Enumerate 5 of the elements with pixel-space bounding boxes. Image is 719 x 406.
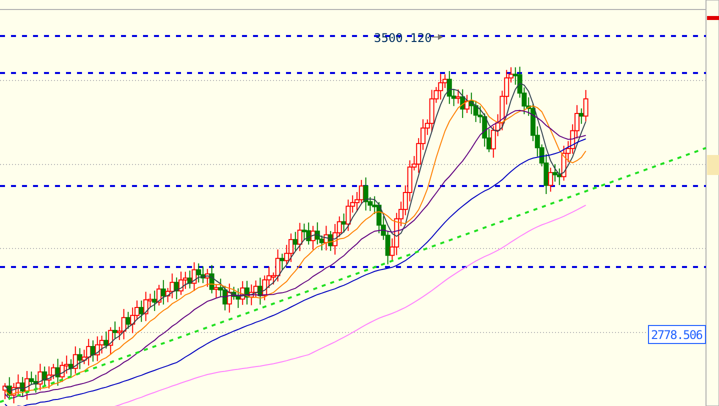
price-tag: 2778.506 xyxy=(648,325,706,344)
highlighted-row xyxy=(707,155,719,175)
price-change-marker xyxy=(707,16,719,20)
high-price-label: 3500.120 xyxy=(374,31,432,45)
high-marker-arrow xyxy=(432,34,443,40)
